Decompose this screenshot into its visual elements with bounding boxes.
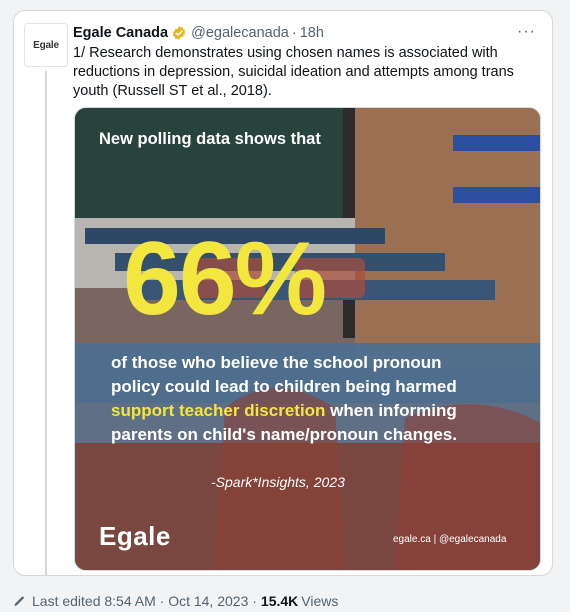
edited-text[interactable]: Last edited 8:54 AM · Oct 14, 2023 · — [32, 593, 257, 609]
media-line-4: parents on child's name/pronoun changes. — [111, 425, 457, 444]
avatar[interactable]: Egale — [24, 23, 68, 67]
tweet-header: Egale Canada @egalecanada · 18h — [73, 23, 513, 43]
media-footer-handle: egale.ca | @egalecanada — [393, 534, 507, 545]
edit-info-bar: Last edited 8:54 AM · Oct 14, 2023 · 15.… — [13, 593, 338, 609]
avatar-logo-text: Egale — [33, 39, 59, 51]
thread-line — [45, 71, 47, 575]
media-line-1: of those who believe the school pronoun — [111, 353, 442, 372]
pencil-icon — [14, 596, 24, 606]
display-name[interactable]: Egale Canada — [73, 25, 168, 41]
egale-logo: Egale — [99, 521, 171, 551]
user-handle[interactable]: @egalecanada — [191, 25, 289, 41]
highlighted-phrase: support teacher discretion — [111, 401, 326, 420]
media-line-3-rest: when informing — [325, 401, 457, 420]
views-label: Views — [301, 593, 339, 609]
media-lead-text: New polling data shows that — [99, 130, 321, 148]
citation-text: -Spark*Insights, 2023 — [211, 474, 345, 490]
media-paragraph: of those who believe the school pronoun … — [111, 351, 531, 447]
timestamp[interactable]: 18h — [300, 25, 324, 41]
media-line-3: support teacher discretion when informin… — [111, 399, 531, 423]
more-horizontal-icon[interactable]: ··· — [517, 23, 536, 41]
tweet-media-image[interactable]: New polling data shows that 66% of those… — [74, 107, 541, 571]
tweet-card[interactable]: Egale Egale Canada @egalecanada · 18h ··… — [13, 10, 553, 576]
decorative-blue-bar-bottom — [453, 187, 540, 203]
big-statistic: 66% — [123, 221, 327, 337]
separator-dot: · — [291, 25, 297, 41]
decorative-blue-bar-top — [453, 135, 540, 151]
media-line-2: policy could lead to children being harm… — [111, 377, 457, 396]
tweet-text: 1/ Research demonstrates using chosen na… — [73, 45, 514, 99]
classroom-photo-background — [75, 108, 540, 570]
verified-gold-badge-icon — [171, 25, 187, 41]
views-count: 15.4K — [260, 593, 299, 609]
